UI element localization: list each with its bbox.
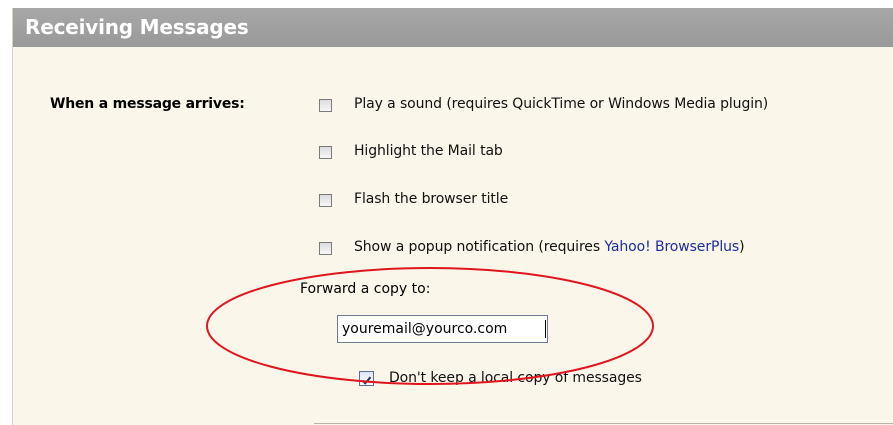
section-title: Receiving Messages (13, 8, 893, 47)
highlight-mail-tab-checkbox[interactable] (319, 146, 332, 159)
flash-browser-title-label[interactable]: Flash the browser title (354, 191, 508, 207)
play-sound-label[interactable]: Play a sound (requires QuickTime or Wind… (354, 96, 768, 112)
highlight-annotation-ellipse (206, 267, 654, 385)
popup-notification-label-text: Show a popup notification (requires (354, 239, 605, 255)
popup-notification-checkbox[interactable] (319, 242, 332, 255)
yahoo-browserplus-link[interactable]: Yahoo! BrowserPlus (604, 239, 739, 255)
highlight-mail-tab-label[interactable]: Highlight the Mail tab (354, 143, 503, 159)
flash-browser-title-checkbox[interactable] (319, 194, 332, 207)
when-message-arrives-label: When a message arrives: (50, 96, 245, 112)
divider (314, 423, 893, 424)
popup-notification-label[interactable]: Show a popup notification (requires Yaho… (354, 239, 745, 255)
popup-notification-label-suffix: ) (739, 239, 745, 255)
play-sound-checkbox[interactable] (319, 99, 332, 112)
